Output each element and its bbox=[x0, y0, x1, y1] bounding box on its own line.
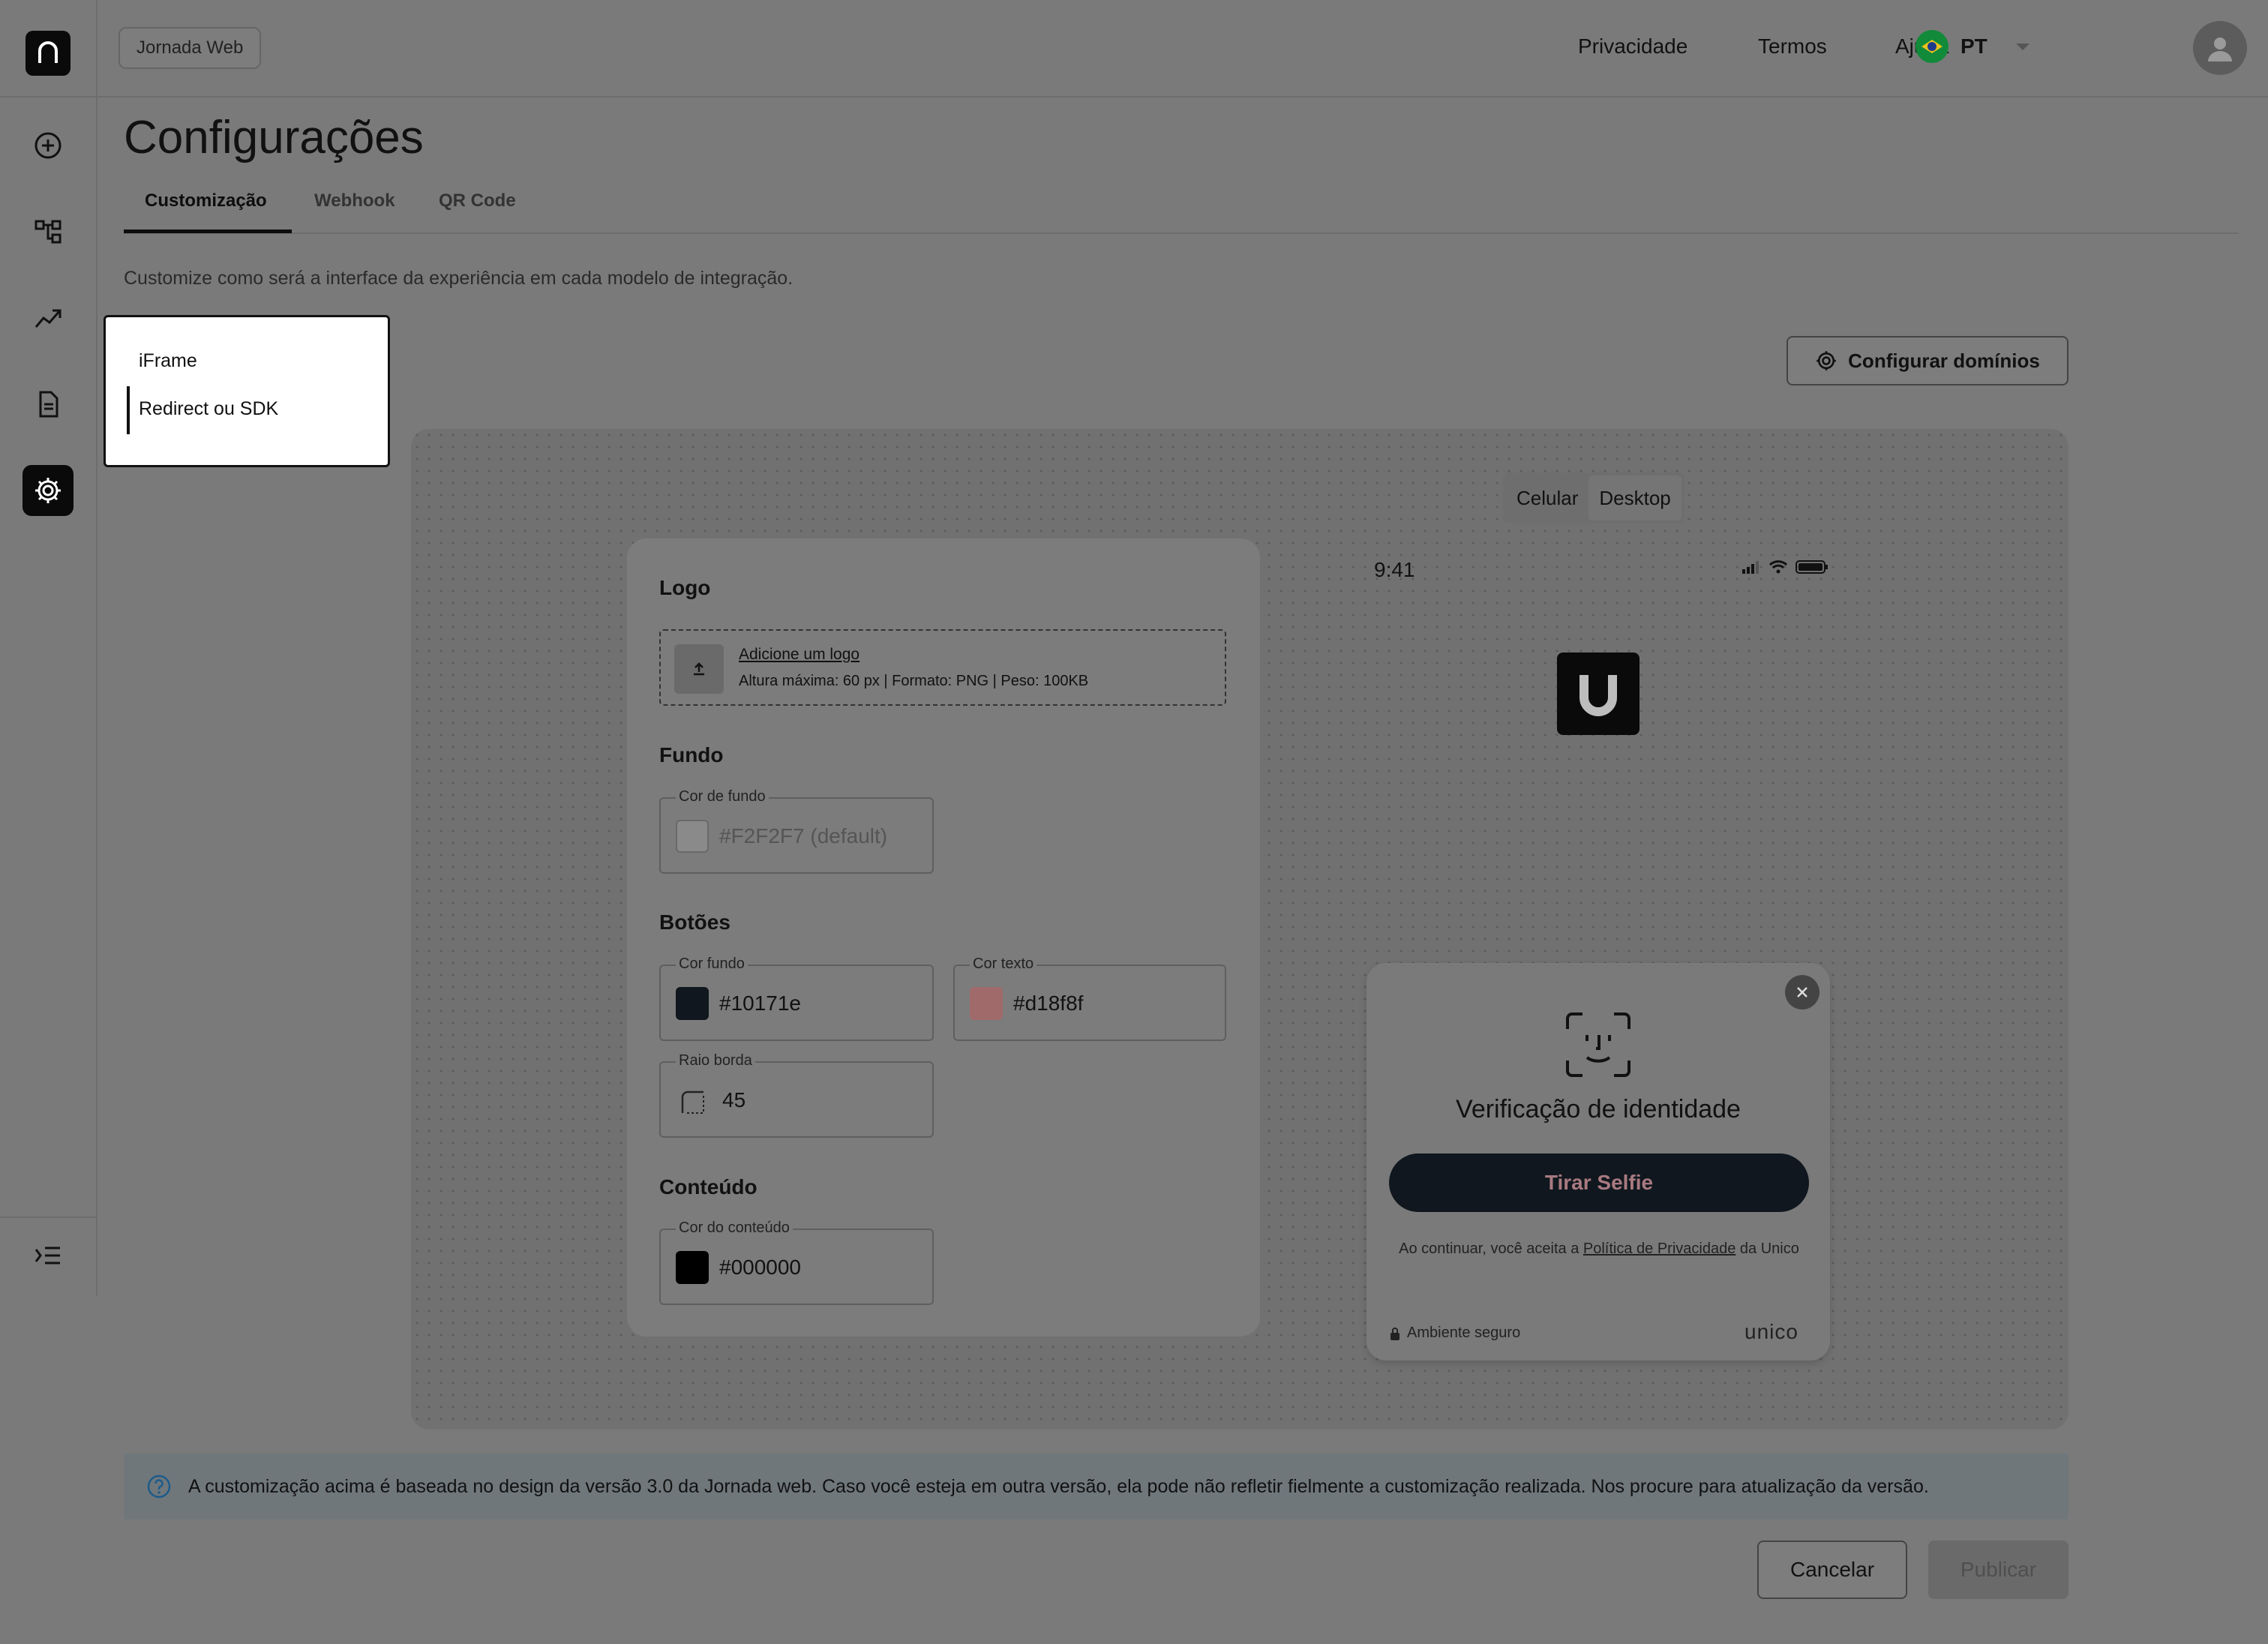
link-privacidade[interactable]: Privacidade bbox=[1578, 34, 1688, 58]
language-selector[interactable]: PT bbox=[1916, 30, 2030, 63]
page-subtitle: Customize como será a interface da exper… bbox=[124, 268, 794, 289]
nav-analytics[interactable] bbox=[22, 292, 74, 344]
mode-item-iframe[interactable]: iFrame bbox=[139, 350, 197, 372]
background-color-label: Cor de fundo bbox=[676, 788, 769, 806]
device-option-desktop[interactable]: Desktop bbox=[1588, 476, 1682, 520]
link-termos[interactable]: Termos bbox=[1758, 34, 1827, 58]
avatar[interactable] bbox=[2193, 21, 2247, 75]
device-toggle: Celular Desktop bbox=[1503, 472, 1684, 524]
content-color-value: #000000 bbox=[719, 1256, 802, 1279]
publish-button[interactable]: Publicar bbox=[1928, 1540, 2068, 1599]
content-color-swatch[interactable] bbox=[676, 1251, 709, 1284]
wifi-icon bbox=[1768, 560, 1788, 574]
preview-logo bbox=[1557, 652, 1640, 735]
button-text-value: #d18f8f bbox=[1013, 992, 1084, 1015]
integration-mode-menu: iFrame Redirect ou SDK bbox=[104, 315, 390, 467]
upload-hint: Altura máxima: 60 px | Formato: PNG | Pe… bbox=[739, 673, 1089, 689]
close-icon[interactable] bbox=[1785, 975, 1820, 1010]
help-circle-icon bbox=[147, 1474, 171, 1498]
user-icon bbox=[2208, 38, 2232, 62]
consent-suffix: da Unico bbox=[1736, 1240, 1799, 1257]
add-logo-link[interactable]: Adicione um logo bbox=[739, 646, 860, 664]
border-radius-field[interactable]: Raio borda 45 bbox=[659, 1052, 934, 1138]
background-color-swatch[interactable] bbox=[676, 820, 709, 853]
consent-text: Ao continuar, você aceita a Política de … bbox=[1396, 1238, 1802, 1261]
active-tab-indicator bbox=[124, 230, 292, 233]
tab-customizacao[interactable]: Customização bbox=[145, 190, 267, 212]
button-text-swatch[interactable] bbox=[970, 987, 1003, 1020]
sidebar-divider bbox=[0, 1216, 98, 1218]
face-scan-icon bbox=[1566, 1012, 1630, 1077]
content-color-label: Cor do conteúdo bbox=[676, 1220, 793, 1237]
background-section-title: Fundo bbox=[659, 743, 724, 766]
tab-webhook[interactable]: Webhook bbox=[314, 190, 395, 212]
plus-circle-icon bbox=[34, 132, 62, 159]
button-bg-swatch[interactable] bbox=[676, 987, 709, 1020]
gear-icon bbox=[35, 478, 61, 503]
nav-settings[interactable] bbox=[22, 465, 74, 516]
take-selfie-button[interactable]: Tirar Selfie bbox=[1389, 1154, 1809, 1212]
phone-time: 9:41 bbox=[1374, 558, 1415, 581]
privacy-policy-link[interactable]: Política de Privacidade bbox=[1583, 1240, 1736, 1257]
sidebar bbox=[0, 0, 98, 1296]
trend-icon bbox=[34, 309, 62, 328]
menu-collapse-icon bbox=[34, 1246, 60, 1264]
content-color-field[interactable]: Cor do conteúdo #000000 bbox=[659, 1220, 934, 1305]
brand-wordmark: unico bbox=[1744, 1320, 1798, 1343]
button-text-color-field[interactable]: Cor texto #d18f8f bbox=[953, 956, 1226, 1041]
preview-card: Verificação de identidade Tirar Selfie A… bbox=[1366, 963, 1830, 1360]
flow-icon bbox=[34, 220, 62, 244]
phone-status-icons bbox=[1742, 560, 1828, 574]
env-badge[interactable]: Jornada Web bbox=[118, 27, 262, 69]
chevron-down-icon bbox=[2015, 43, 2030, 50]
button-bg-label: Cor fundo bbox=[676, 956, 748, 973]
collapse-sidebar-button[interactable] bbox=[22, 1230, 74, 1281]
secure-environment: Ambiente seguro bbox=[1389, 1324, 1520, 1342]
configure-domains-label: Configurar domínios bbox=[1848, 349, 2040, 372]
info-banner: A customização acima é baseada no design… bbox=[124, 1454, 2068, 1520]
secure-label: Ambiente seguro bbox=[1407, 1324, 1521, 1341]
device-option-celular[interactable]: Celular bbox=[1506, 476, 1588, 520]
button-text-label: Cor texto bbox=[970, 956, 1037, 973]
corner-radius-icon bbox=[681, 1090, 704, 1114]
language-code: PT bbox=[1960, 34, 1988, 58]
battery-icon bbox=[1796, 560, 1828, 574]
consent-prefix: Ao continuar, você aceita a bbox=[1399, 1240, 1583, 1257]
configure-domains-button[interactable]: Configurar domínios bbox=[1786, 336, 2068, 386]
tabs: Customização Webhook QR Code bbox=[124, 188, 2239, 234]
cancel-button[interactable]: Cancelar bbox=[1757, 1540, 1907, 1599]
brazil-flag-icon bbox=[1916, 30, 1948, 63]
nav-documents[interactable] bbox=[22, 379, 74, 430]
unico-logo-icon bbox=[1580, 675, 1617, 716]
tab-qr-code[interactable]: QR Code bbox=[439, 190, 516, 212]
gear-icon bbox=[1816, 351, 1836, 370]
selected-indicator bbox=[127, 386, 130, 434]
content-section-title: Conteúdo bbox=[659, 1175, 758, 1198]
page-title: Configurações bbox=[124, 112, 424, 164]
document-icon bbox=[39, 391, 58, 418]
logo-upload[interactable]: Adicione um logo Altura máxima: 60 px | … bbox=[659, 629, 1226, 706]
app-logo[interactable] bbox=[26, 31, 70, 76]
signal-icon bbox=[1742, 561, 1759, 574]
buttons-section-title: Botões bbox=[659, 910, 730, 934]
background-color-field[interactable]: Cor de fundo #F2F2F7 (default) bbox=[659, 788, 934, 874]
mode-item-redirect-sdk[interactable]: Redirect ou SDK bbox=[139, 398, 278, 420]
nav-flows[interactable] bbox=[22, 206, 74, 257]
info-banner-text: A customização acima é baseada no design… bbox=[188, 1475, 1929, 1497]
nav-add[interactable] bbox=[22, 120, 74, 171]
upload-icon bbox=[674, 644, 724, 694]
verify-title: Verificação de identidade bbox=[1456, 1095, 1741, 1124]
button-bg-value: #10171e bbox=[719, 992, 802, 1015]
logo-section-title: Logo bbox=[659, 576, 711, 599]
border-radius-label: Raio borda bbox=[676, 1052, 755, 1070]
sidebar-divider bbox=[0, 96, 98, 98]
background-color-placeholder: #F2F2F7 (default) bbox=[719, 824, 888, 848]
button-bg-color-field[interactable]: Cor fundo #10171e bbox=[659, 956, 934, 1041]
logo-icon bbox=[38, 41, 58, 63]
lock-icon bbox=[1390, 1327, 1400, 1340]
border-radius-value: 45 bbox=[722, 1088, 746, 1112]
